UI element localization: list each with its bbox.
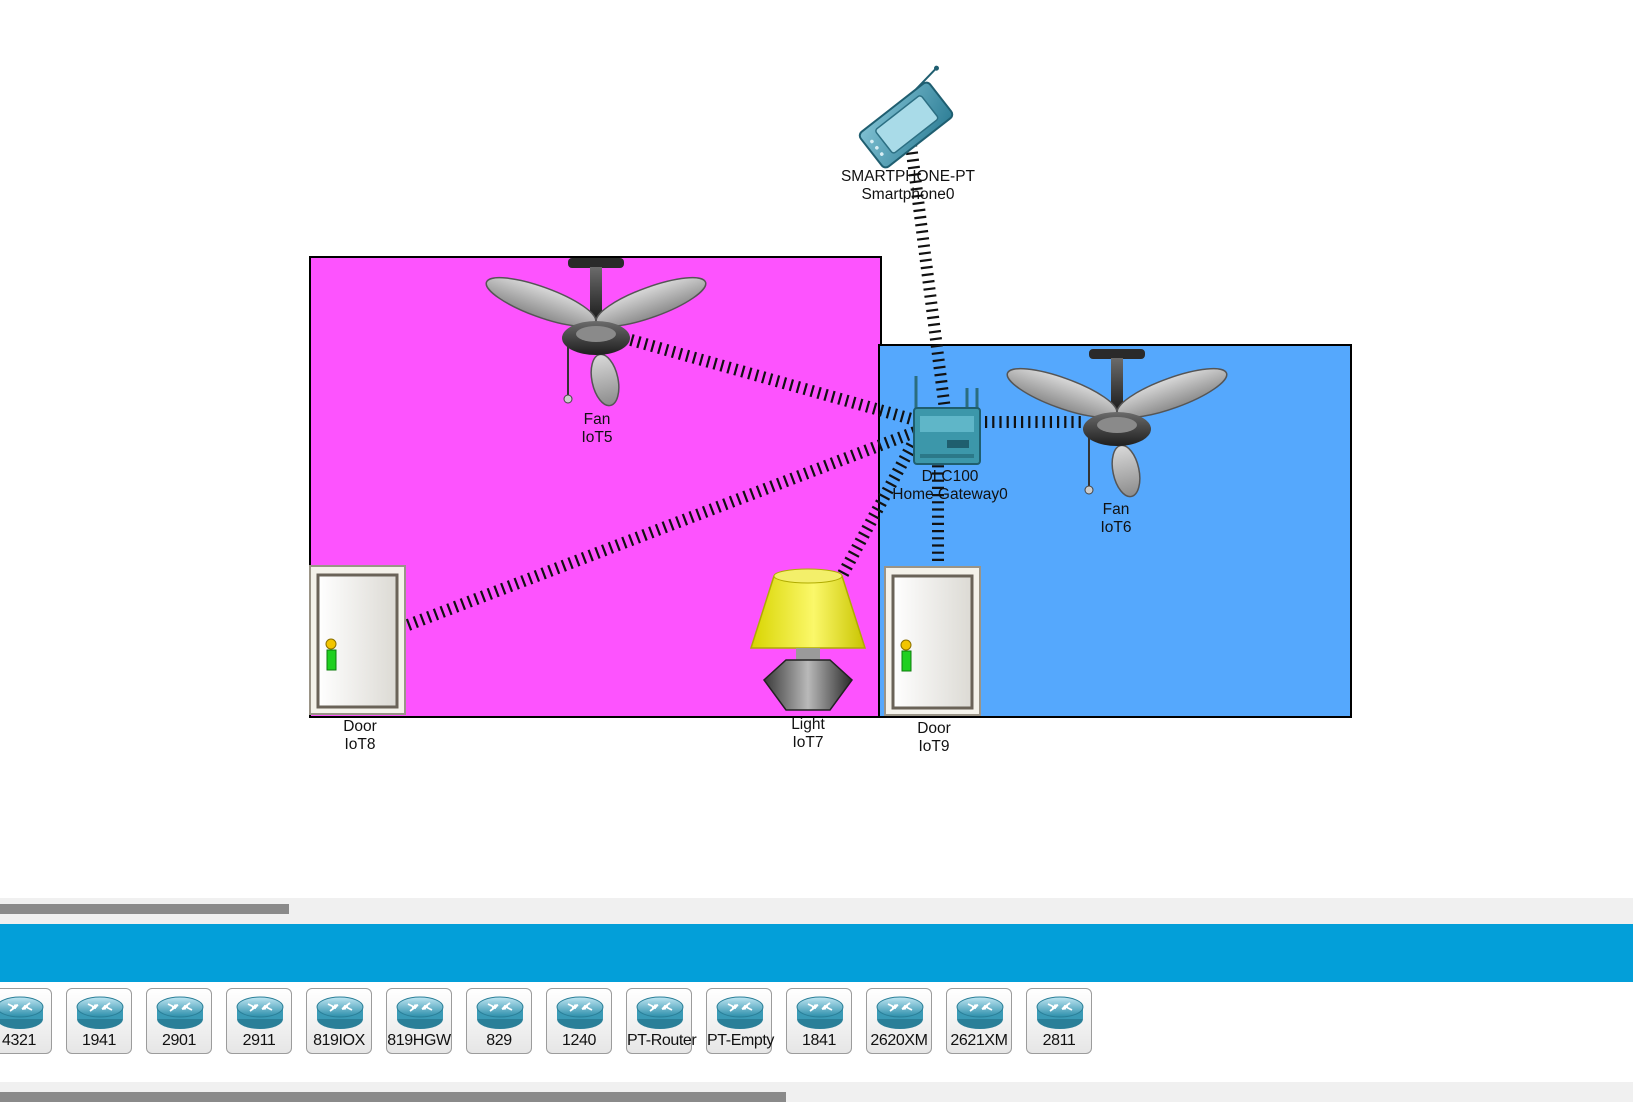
device-category-bar xyxy=(0,924,1633,982)
device-name: IoT5 xyxy=(581,429,613,446)
palette-item-1240[interactable]: 1240 xyxy=(546,988,612,1054)
palette-item-label: 819IOX xyxy=(313,1032,365,1049)
door-icon[interactable] xyxy=(884,566,981,716)
device-model: SMARTPHONE-PT xyxy=(840,168,976,185)
router-icon xyxy=(956,996,1004,1029)
device-model: Fan xyxy=(583,411,611,428)
scrollbar-thumb[interactable] xyxy=(0,904,289,914)
device-model: Fan xyxy=(1102,501,1130,518)
palette-item-label: 2621XM xyxy=(950,1032,1008,1049)
palette-item-1841[interactable]: 1841 xyxy=(786,988,852,1054)
device-palette[interactable]: 4321 1941 2901 2911 819IOX 819HGW 829 1240 PT-Ro… xyxy=(0,982,1633,1082)
palette-item-label: 829 xyxy=(486,1032,512,1049)
router-icon xyxy=(396,996,444,1029)
router-icon xyxy=(316,996,364,1029)
device-label-door-iot9: Door IoT9 xyxy=(884,720,984,756)
device-label-gateway: DLC100 Home Gateway0 xyxy=(870,468,1030,504)
device-name: IoT9 xyxy=(918,738,950,755)
device-model: Light xyxy=(791,716,825,733)
palette-item-label: 819HGW xyxy=(387,1032,451,1049)
palette-item-label: 4321 xyxy=(2,1032,36,1049)
palette-item-label: 2901 xyxy=(162,1032,196,1049)
palette-horizontal-scrollbar[interactable] xyxy=(0,1082,1633,1102)
palette-item-label: 1941 xyxy=(82,1032,116,1049)
palette-item-1941[interactable]: 1941 xyxy=(66,988,132,1054)
palette-item-label: 2911 xyxy=(242,1032,276,1049)
palette-item-829[interactable]: 829 xyxy=(466,988,532,1054)
router-icon xyxy=(476,996,524,1029)
device-model: Door xyxy=(917,720,951,737)
topology-canvas[interactable] xyxy=(0,0,1633,898)
device-label-light-iot7: Light IoT7 xyxy=(758,716,858,752)
router-icon xyxy=(716,996,764,1029)
router-icon xyxy=(876,996,924,1029)
palette-item-label: PT-Empty xyxy=(707,1032,775,1049)
device-label-smartphone: SMARTPHONE-PT Smartphone0 xyxy=(833,168,983,204)
palette-item-819hgw[interactable]: 819HGW xyxy=(386,988,452,1054)
palette-item-label: 2620XM xyxy=(870,1032,928,1049)
palette-item-819iox[interactable]: 819IOX xyxy=(306,988,372,1054)
palette-item-label: 1841 xyxy=(802,1032,836,1049)
device-name: IoT6 xyxy=(1100,519,1132,536)
palette-item-pt-empty[interactable]: PT-Empty xyxy=(706,988,775,1054)
router-icon xyxy=(0,996,44,1029)
router-icon xyxy=(556,996,604,1029)
device-name: IoT7 xyxy=(792,734,824,751)
palette-item-2911[interactable]: 2911 xyxy=(226,988,292,1054)
palette-item-2621xm[interactable]: 2621XM xyxy=(946,988,1012,1054)
workspace-horizontal-scrollbar[interactable] xyxy=(0,898,1633,924)
palette-item-label: 2811 xyxy=(1042,1032,1076,1049)
palette-item-2620xm[interactable]: 2620XM xyxy=(866,988,932,1054)
palette-item-2811[interactable]: 2811 xyxy=(1026,988,1092,1054)
logical-workspace[interactable]: SMARTPHONE-PT Smartphone0 Fan IoT5 DLC10… xyxy=(0,0,1633,898)
router-icon xyxy=(796,996,844,1029)
device-name: Smartphone0 xyxy=(861,186,955,203)
device-name: IoT8 xyxy=(344,736,376,753)
palette-item-2901[interactable]: 2901 xyxy=(146,988,212,1054)
palette-item-label: PT-Router xyxy=(627,1032,697,1049)
device-label-fan-iot5: Fan IoT5 xyxy=(547,411,647,447)
router-icon xyxy=(636,996,684,1029)
door-icon[interactable] xyxy=(309,565,406,715)
palette-item-label: 1240 xyxy=(562,1032,596,1049)
device-name: Home Gateway0 xyxy=(892,486,1008,503)
device-label-fan-iot6: Fan IoT6 xyxy=(1066,501,1166,537)
device-model: DLC100 xyxy=(921,468,979,485)
router-icon xyxy=(76,996,124,1029)
router-icon xyxy=(1036,996,1084,1029)
device-label-door-iot8: Door IoT8 xyxy=(310,718,410,754)
device-model: Door xyxy=(343,718,377,735)
router-icon xyxy=(156,996,204,1029)
router-icon xyxy=(236,996,284,1029)
palette-item-pt-router[interactable]: PT-Router xyxy=(626,988,697,1054)
scrollbar-thumb[interactable] xyxy=(0,1092,786,1102)
palette-item-4321[interactable]: 4321 xyxy=(0,988,52,1054)
